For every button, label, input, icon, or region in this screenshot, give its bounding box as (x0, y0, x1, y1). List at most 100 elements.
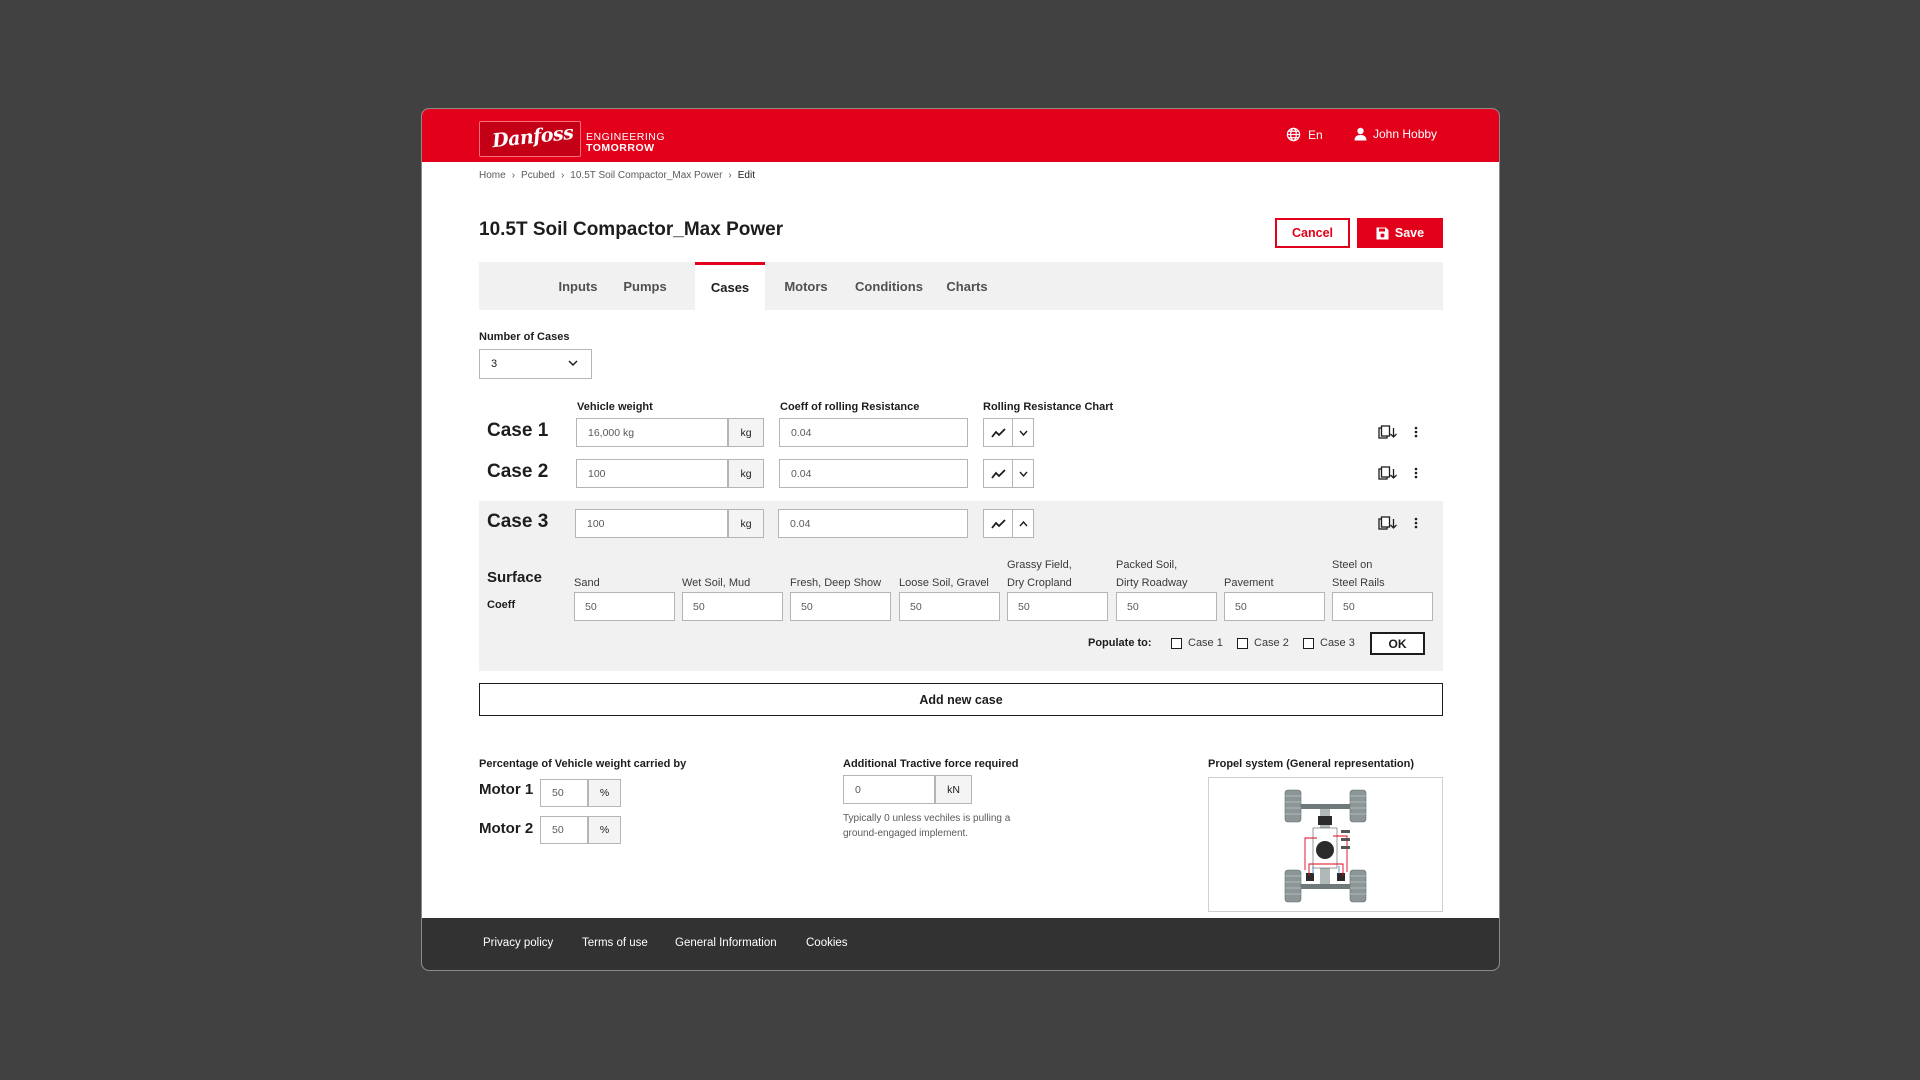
motor-2-input[interactable]: 50 (540, 816, 588, 844)
tractive-force-unit: kN (935, 775, 972, 804)
breadcrumb-chevron-icon: › (511, 170, 516, 181)
cancel-button[interactable]: Cancel (1275, 218, 1350, 248)
case-1-title: Case 1 (487, 420, 549, 441)
user-icon (1354, 127, 1367, 141)
surface-coeff-pavement-input[interactable]: 50 (1224, 592, 1325, 621)
populate-to-label: Populate to: (1088, 637, 1152, 649)
populate-case-1-checkbox[interactable]: Case 1 (1171, 637, 1223, 649)
trend-line-icon (990, 468, 1006, 479)
more-vertical-icon[interactable] (1414, 425, 1418, 439)
populate-ok-button[interactable]: OK (1370, 632, 1425, 655)
footer-privacy-link[interactable]: Privacy policy (483, 937, 553, 949)
tractive-force-title: Additional Tractive force required (843, 758, 1019, 770)
footer-terms-link[interactable]: Terms of use (582, 937, 648, 949)
surface-coeff-fresh-snow-input[interactable]: 50 (790, 592, 891, 621)
number-of-cases-label: Number of Cases (479, 331, 570, 343)
breadcrumb-chevron-icon: › (560, 170, 565, 181)
language-selector[interactable]: En (1286, 127, 1323, 142)
checkbox-box[interactable] (1303, 637, 1314, 649)
app-window: Danfoss ENGINEERING TOMORROW En John Hob… (421, 108, 1500, 971)
surface-label-grassy-field: Grassy Field, Dry Cropland (1007, 559, 1072, 589)
page-title: 10.5T Soil Compactor_Max Power (479, 219, 784, 240)
tagline-bottom: TOMORROW (586, 142, 655, 154)
case-1-chart-button[interactable] (983, 418, 1034, 447)
case-3-chart-button[interactable] (983, 509, 1034, 538)
breadcrumb-current: Edit (737, 170, 755, 181)
checkbox-label: Case 1 (1188, 637, 1223, 649)
surface-coeff-sand-input[interactable]: 50 (574, 592, 675, 621)
motor-1-label: Motor 1 (479, 781, 534, 798)
propel-system-diagram (1208, 777, 1443, 912)
checkbox-label: Case 2 (1254, 637, 1289, 649)
tab-charts[interactable]: Charts (939, 262, 995, 310)
logo-wordmark: Danfoss (491, 121, 575, 153)
rolling-chart-header: Rolling Resistance Chart (983, 401, 1114, 413)
case-1-weight-input[interactable]: 16,000 kg (576, 418, 728, 447)
trend-line-icon (990, 427, 1006, 438)
surface-coeff-steel-rails-input[interactable]: 50 (1332, 592, 1433, 621)
number-of-cases-select[interactable]: 3 (479, 349, 592, 379)
breadcrumb-project[interactable]: 10.5T Soil Compactor_Max Power (570, 170, 722, 181)
chevron-down-icon[interactable] (1019, 430, 1028, 436)
surface-title: Surface (487, 569, 543, 586)
surface-label-steel-rails: Steel on Steel Rails (1332, 559, 1385, 589)
breadcrumb-home[interactable]: Home (479, 170, 506, 181)
surface-coeff-wet-soil-input[interactable]: 50 (682, 592, 783, 621)
case-1-coeff-input[interactable]: 0.04 (779, 418, 968, 447)
tab-bar: Inputs Pumps Cases Motors Conditions Cha… (479, 262, 1443, 310)
breadcrumb-pcubed[interactable]: Pcubed (521, 170, 555, 181)
number-of-cases-value: 3 (491, 358, 498, 370)
populate-case-2-checkbox[interactable]: Case 2 (1237, 637, 1289, 649)
motor-percentage-title: Percentage of Vehicle weight carried by (479, 758, 687, 770)
case-3-weight-unit: kg (728, 509, 764, 538)
user-name: John Hobby (1373, 127, 1438, 141)
case-1-weight-unit: kg (728, 418, 764, 447)
breadcrumb: Home › Pcubed › 10.5T Soil Compactor_Max… (479, 170, 755, 181)
chevron-down-icon[interactable] (1019, 471, 1028, 477)
tab-conditions[interactable]: Conditions (849, 262, 929, 310)
footer-general-info-link[interactable]: General Information (675, 937, 777, 949)
surface-coeff-loose-soil-input[interactable]: 50 (899, 592, 1000, 621)
surface-coeff-packed-soil-input[interactable]: 50 (1116, 592, 1217, 621)
more-vertical-icon[interactable] (1414, 516, 1418, 530)
populate-case-3-checkbox[interactable]: Case 3 (1303, 637, 1355, 649)
motor-1-input[interactable]: 50 (540, 779, 588, 807)
danfoss-logo[interactable]: Danfoss (479, 121, 581, 157)
globe-icon (1286, 127, 1301, 142)
surface-coeff-grassy-field-input[interactable]: 50 (1007, 592, 1108, 621)
copy-down-icon[interactable] (1378, 466, 1398, 480)
top-header: Danfoss ENGINEERING TOMORROW En John Hob… (422, 109, 1499, 162)
footer-cookies-link[interactable]: Cookies (806, 937, 848, 949)
checkbox-box[interactable] (1171, 637, 1182, 649)
surface-label-packed-soil: Packed Soil, Dirty Roadway (1116, 559, 1188, 589)
vehicle-weight-header: Vehicle weight (577, 401, 653, 413)
case-3-weight-input[interactable]: 100 (575, 509, 728, 538)
coeff-rolling-header: Coeff of rolling Resistance (780, 401, 920, 413)
propel-system-title: Propel system (General representation) (1208, 758, 1415, 770)
user-menu[interactable]: John Hobby (1354, 127, 1437, 141)
checkbox-label: Case 3 (1320, 637, 1355, 649)
case-2-weight-unit: kg (728, 459, 764, 488)
copy-down-icon[interactable] (1378, 516, 1398, 530)
chevron-up-icon[interactable] (1019, 520, 1028, 527)
tractive-force-hint: Typically 0 unless vechiles is pulling a… (843, 813, 1011, 839)
copy-down-icon[interactable] (1378, 425, 1398, 439)
floppy-disk-icon (1376, 227, 1389, 239)
more-vertical-icon[interactable] (1414, 466, 1418, 480)
tractive-force-input[interactable]: 0 (843, 775, 935, 804)
case-2-weight-input[interactable]: 100 (576, 459, 728, 488)
case-2-coeff-input[interactable]: 0.04 (779, 459, 968, 488)
save-button[interactable]: Save (1357, 218, 1443, 248)
tab-inputs[interactable]: Inputs (548, 262, 608, 310)
case-2-chart-button[interactable] (983, 459, 1034, 488)
page-footer: Privacy policy Terms of use General Info… (422, 918, 1499, 970)
case-3-coeff-input[interactable]: 0.04 (778, 509, 968, 538)
trend-line-icon (990, 518, 1006, 529)
motor-2-unit: % (588, 816, 621, 844)
tab-pumps[interactable]: Pumps (614, 262, 676, 310)
tab-cases[interactable]: Cases (695, 262, 765, 310)
motor-1-unit: % (588, 779, 621, 807)
tab-motors[interactable]: Motors (776, 262, 836, 310)
add-new-case-button[interactable]: Add new case (479, 683, 1443, 716)
checkbox-box[interactable] (1237, 637, 1248, 649)
